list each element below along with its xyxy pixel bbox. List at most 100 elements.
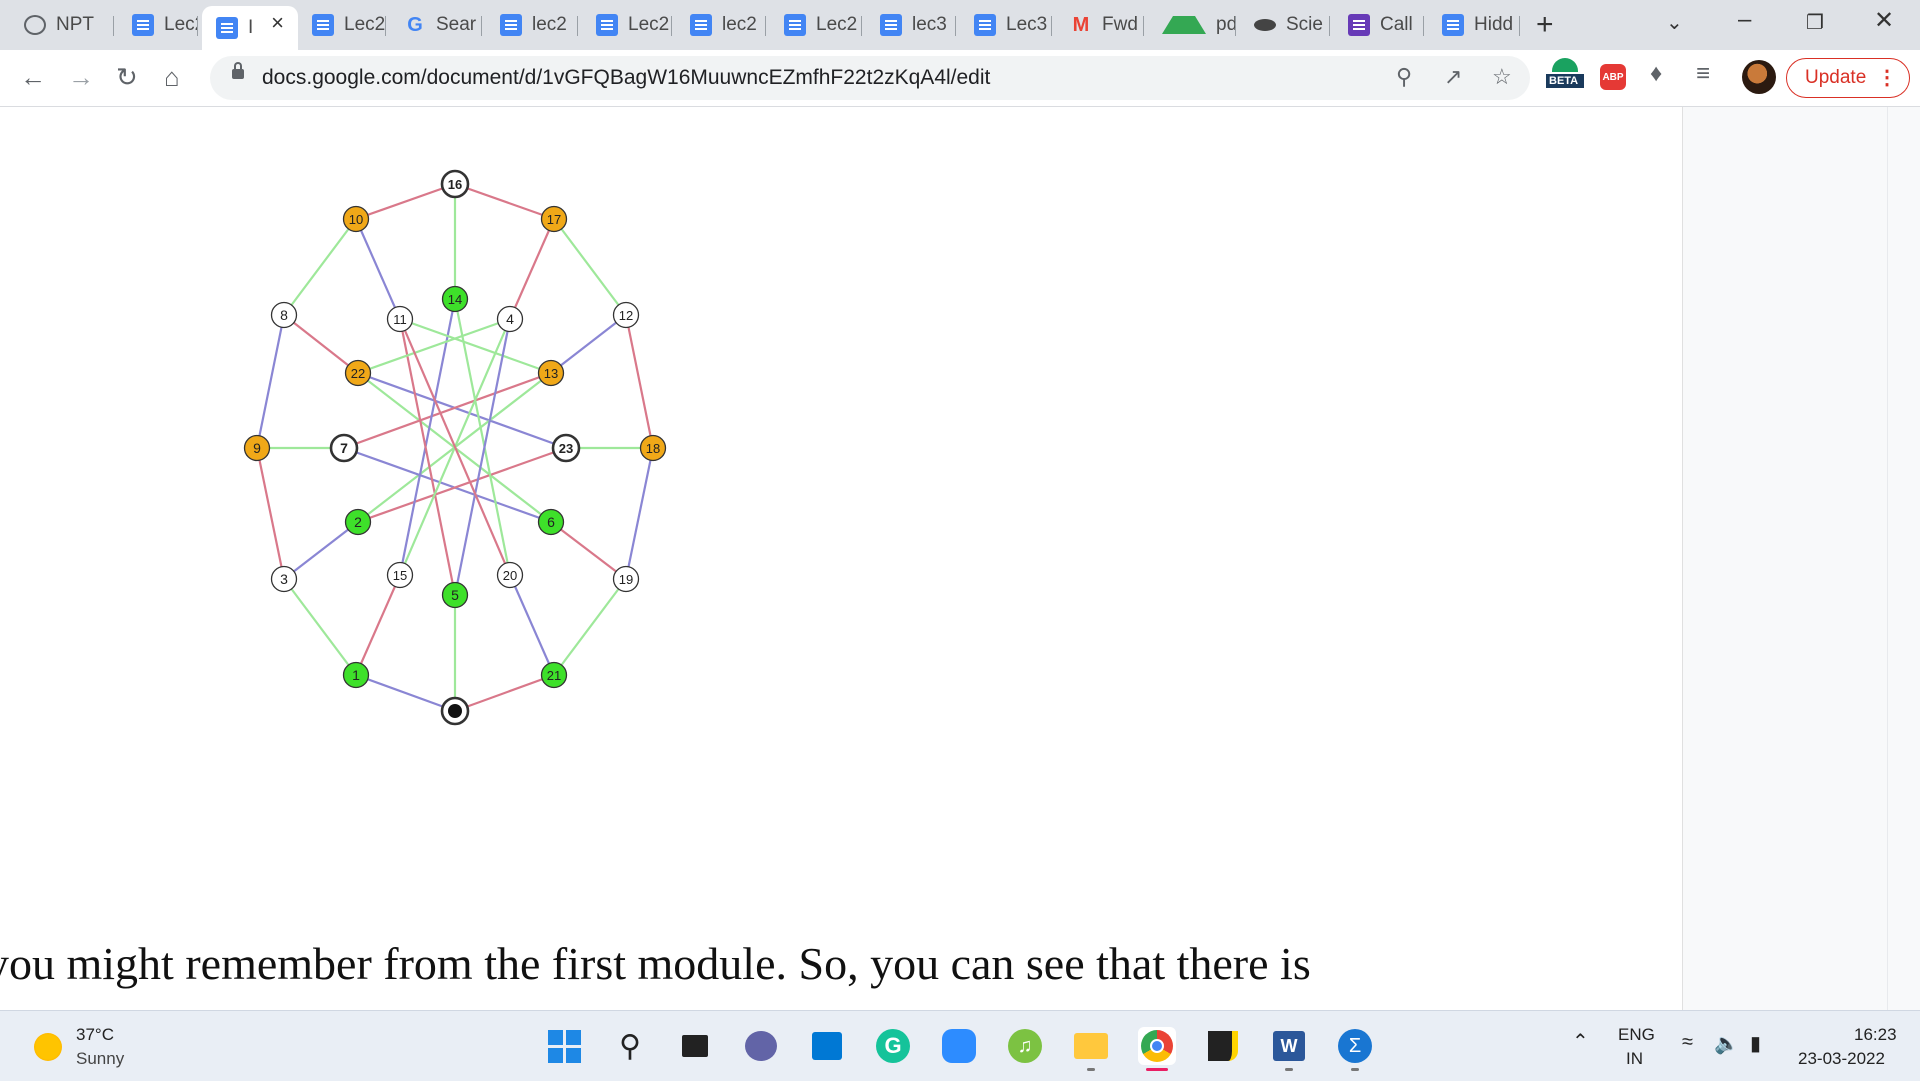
- graph-edge: [508, 218, 556, 320]
- graph-edge: [355, 673, 456, 713]
- graph-node: 16: [440, 169, 470, 199]
- graph-node-label: 17: [547, 212, 561, 227]
- clock-time[interactable]: 16:23: [1854, 1025, 1897, 1045]
- extensions-puzzle-icon[interactable]: ♦: [1650, 60, 1662, 88]
- tab-separator: [577, 16, 578, 36]
- battery-icon[interactable]: ▮: [1750, 1031, 1761, 1056]
- url-text[interactable]: docs.google.com/document/d/1vGFQBagW16Mu…: [262, 66, 990, 90]
- volume-icon[interactable]: 🔈: [1714, 1031, 1739, 1056]
- browser-tab[interactable]: Lec2: [582, 8, 672, 42]
- graph-node-label: 7: [340, 440, 348, 456]
- weather-temperature[interactable]: 37°C: [76, 1025, 114, 1045]
- menu-dots-icon[interactable]: ⋮: [1877, 65, 1897, 90]
- browser-tab[interactable]: I ×: [202, 6, 298, 50]
- sticky-notes-icon[interactable]: [1204, 1027, 1242, 1065]
- graph-edge: [550, 521, 627, 580]
- docs-icon: [880, 14, 902, 36]
- weather-condition[interactable]: Sunny: [76, 1049, 124, 1069]
- tab-title: Fwd: [1102, 14, 1138, 35]
- back-icon[interactable]: ←: [20, 62, 46, 93]
- zoom-app-icon[interactable]: [940, 1027, 978, 1065]
- graph-edge: [553, 218, 627, 316]
- new-tab-button[interactable]: +: [1536, 8, 1554, 42]
- docs-icon: [312, 14, 334, 36]
- beta-extension-icon[interactable]: BETA: [1546, 58, 1584, 96]
- browser-tab[interactable]: Lec2: [298, 8, 386, 42]
- graph-node: 11: [386, 305, 414, 333]
- browser-tab[interactable]: lec2: [676, 8, 766, 42]
- tab-title: Sear: [436, 14, 477, 35]
- close-window-icon[interactable]: ✕: [1874, 6, 1894, 35]
- chrome-icon[interactable]: [1138, 1027, 1176, 1071]
- minimize-icon[interactable]: –: [1738, 6, 1751, 34]
- tab-search-chevron-icon[interactable]: ⌄: [1666, 10, 1683, 35]
- restore-icon[interactable]: ❐: [1806, 10, 1824, 35]
- browser-tab[interactable]: NPT: [10, 8, 114, 42]
- zoom-icon[interactable]: ⚲: [1396, 64, 1412, 90]
- music-app-icon[interactable]: ♫: [1006, 1027, 1044, 1065]
- wifi-icon[interactable]: ≈: [1682, 1031, 1693, 1054]
- graph-node: 19: [612, 565, 640, 593]
- word-icon[interactable]: W: [1270, 1027, 1308, 1071]
- reload-icon[interactable]: ↻: [116, 62, 138, 93]
- language-indicator-top[interactable]: ENG: [1618, 1025, 1655, 1045]
- browser-tab[interactable]: Lec2: [770, 8, 862, 42]
- teams-chat-icon[interactable]: [742, 1027, 780, 1065]
- profile-avatar[interactable]: [1742, 60, 1776, 94]
- graph-edge: [343, 371, 552, 450]
- forward-icon[interactable]: →: [68, 62, 94, 93]
- docs-icon: [784, 14, 806, 36]
- tab-title: Lec2: [164, 14, 198, 35]
- graph-node: 15: [386, 561, 414, 589]
- tab-separator: [113, 16, 114, 36]
- browser-tab[interactable]: G Sear: [390, 8, 482, 42]
- task-view-icon[interactable]: [676, 1027, 714, 1065]
- share-icon[interactable]: ↗: [1444, 64, 1462, 90]
- tray-overflow-chevron-icon[interactable]: ⌃: [1572, 1029, 1589, 1054]
- graph-node: 12: [612, 301, 640, 329]
- gmail-icon: M: [1072, 13, 1090, 36]
- browser-tab[interactable]: pdf: [1148, 8, 1236, 42]
- browser-tab[interactable]: M Fwd: [1056, 8, 1144, 42]
- graph-node: 1: [342, 661, 370, 689]
- grammarly-icon[interactable]: G: [874, 1027, 912, 1065]
- globe-icon: [24, 15, 46, 35]
- search-icon[interactable]: ⚲: [611, 1027, 649, 1065]
- sun-icon[interactable]: [34, 1033, 62, 1061]
- right-side-panel: [1682, 107, 1920, 1010]
- browser-tab[interactable]: Lec3: [960, 8, 1052, 42]
- browser-toolbar: ← → ↻ ⌂ docs.google.com/document/d/1vGFQ…: [0, 50, 1920, 107]
- graph-node-label: 19: [619, 572, 633, 587]
- browser-tab[interactable]: Scie: [1240, 8, 1330, 42]
- update-button[interactable]: Update ⋮: [1786, 58, 1910, 98]
- graph-edge: [454, 673, 555, 713]
- clock-date[interactable]: 23-03-2022: [1798, 1049, 1885, 1069]
- browser-tab[interactable]: Lec2: [118, 8, 198, 42]
- reading-list-icon[interactable]: ≡: [1696, 60, 1710, 88]
- browser-tab[interactable]: Call: [1334, 8, 1424, 42]
- graph-edge: [255, 314, 286, 449]
- start-icon[interactable]: [545, 1027, 583, 1065]
- graph-edge: [624, 447, 655, 580]
- graph-edge: [255, 447, 286, 580]
- bookmark-star-icon[interactable]: ☆: [1492, 64, 1512, 90]
- close-tab-icon[interactable]: ×: [271, 10, 284, 36]
- graph-node: 23: [551, 433, 581, 463]
- language-indicator-bottom[interactable]: IN: [1626, 1049, 1643, 1069]
- adblock-plus-icon[interactable]: ABP: [1600, 64, 1626, 90]
- math-app-icon[interactable]: Σ: [1336, 1027, 1374, 1071]
- home-icon[interactable]: ⌂: [164, 62, 180, 93]
- tab-separator: [481, 16, 482, 36]
- microsoft-store-icon[interactable]: [808, 1027, 846, 1065]
- tab-title: Lec2: [628, 14, 670, 35]
- address-bar[interactable]: docs.google.com/document/d/1vGFQBagW16Mu…: [210, 56, 1530, 100]
- lock-icon[interactable]: [232, 62, 244, 79]
- tab-title: NPT: [56, 14, 94, 35]
- browser-tab[interactable]: lec2: [486, 8, 578, 42]
- browser-tab[interactable]: lec3: [866, 8, 956, 42]
- tab-separator: [1423, 16, 1424, 36]
- graph-node-label: 10: [349, 212, 363, 227]
- tab-separator: [1051, 16, 1052, 36]
- browser-tab[interactable]: Hidd: [1428, 8, 1520, 42]
- file-explorer-icon[interactable]: [1072, 1027, 1110, 1071]
